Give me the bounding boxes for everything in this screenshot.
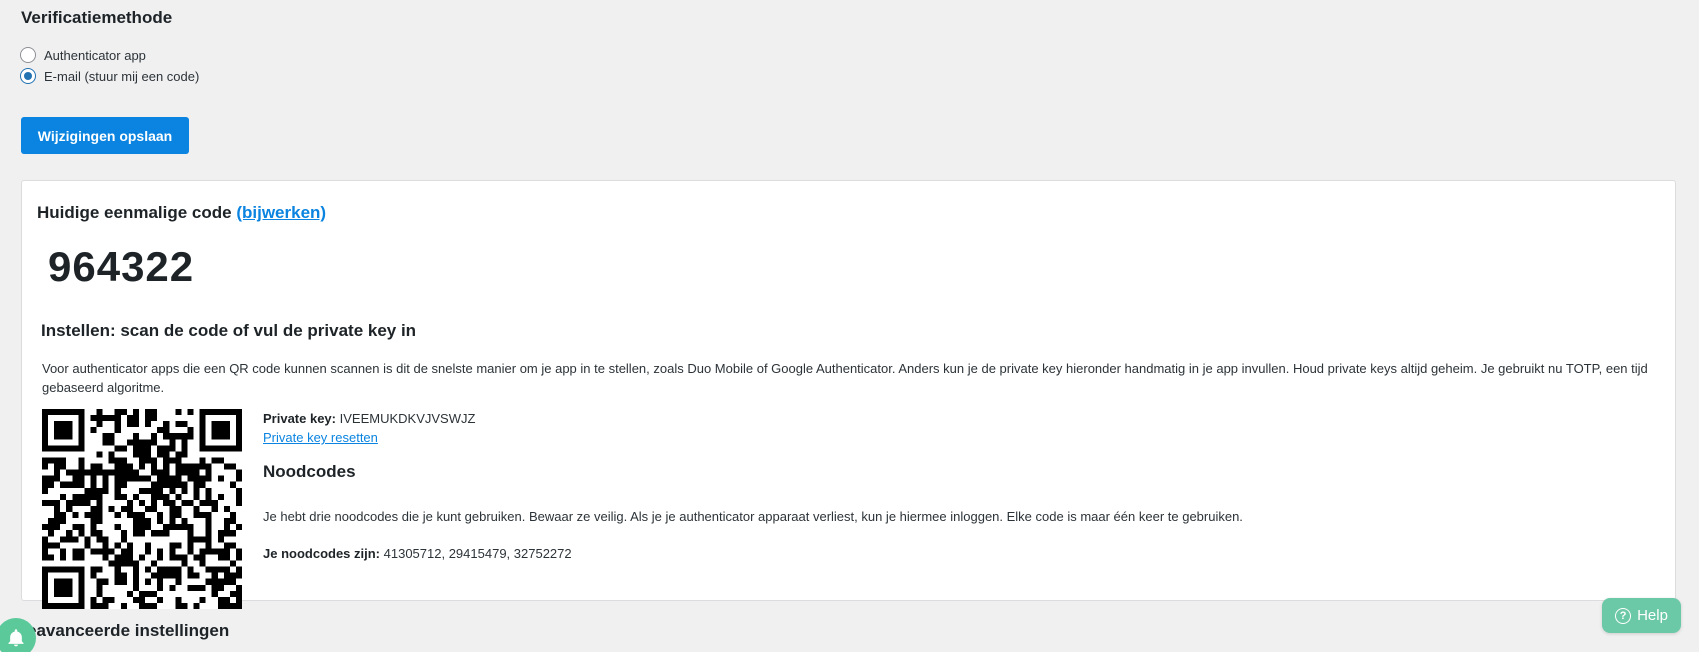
radio-label-authenticator: Authenticator app [44, 47, 146, 63]
reset-private-key-link[interactable]: Private key resetten [263, 430, 378, 445]
backup-codes-heading: Noodcodes [263, 462, 356, 481]
setup-heading: Instellen: scan de code of vul de privat… [41, 321, 417, 340]
bell-icon [8, 629, 24, 647]
two-factor-card: Huidige eenmalige code (bijwerken) 96432… [21, 180, 1676, 609]
verification-method-title: Verificatiemethode [21, 8, 173, 27]
help-button[interactable]: ? Help [1602, 598, 1681, 633]
backup-codes-label: Je noodcodes zijn: [263, 546, 381, 561]
radio-button-email[interactable] [20, 68, 36, 84]
question-circle-icon: ? [1615, 607, 1632, 624]
radio-email[interactable]: E-mail (stuur mij een code) [20, 68, 199, 84]
refresh-code-link[interactable]: (bijwerken) [236, 203, 326, 222]
private-key-line: Private key: IVEEMUKDKVJVSWJZ [263, 411, 475, 426]
setup-description: Voor authenticator apps die een QR code … [42, 361, 1648, 395]
private-key-label: Private key: [263, 411, 336, 426]
save-changes-button[interactable]: Wijzigingen opslaan [21, 117, 189, 154]
help-label: Help [1637, 607, 1668, 624]
current-code-label: Huidige eenmalige code [37, 203, 232, 222]
radio-button-authenticator[interactable] [20, 47, 36, 63]
current-code-heading: Huidige eenmalige code (bijwerken) [37, 203, 326, 223]
radio-authenticator-app[interactable]: Authenticator app [20, 47, 146, 63]
private-key-value: IVEEMUKDKVJVSWJZ [339, 411, 476, 426]
qr-code-image [42, 409, 242, 609]
backup-codes-value: 41305712, 29415479, 32752272 [383, 546, 572, 561]
backup-codes-line: Je noodcodes zijn: 41305712, 29415479, 3… [263, 546, 572, 561]
radio-label-email: E-mail (stuur mij een code) [44, 68, 200, 84]
advanced-settings-title: eavanceerde instellingen [27, 621, 230, 640]
backup-codes-description: Je hebt drie noodcodes die je kunt gebru… [263, 509, 1243, 524]
one-time-code: 964322 [48, 243, 195, 290]
